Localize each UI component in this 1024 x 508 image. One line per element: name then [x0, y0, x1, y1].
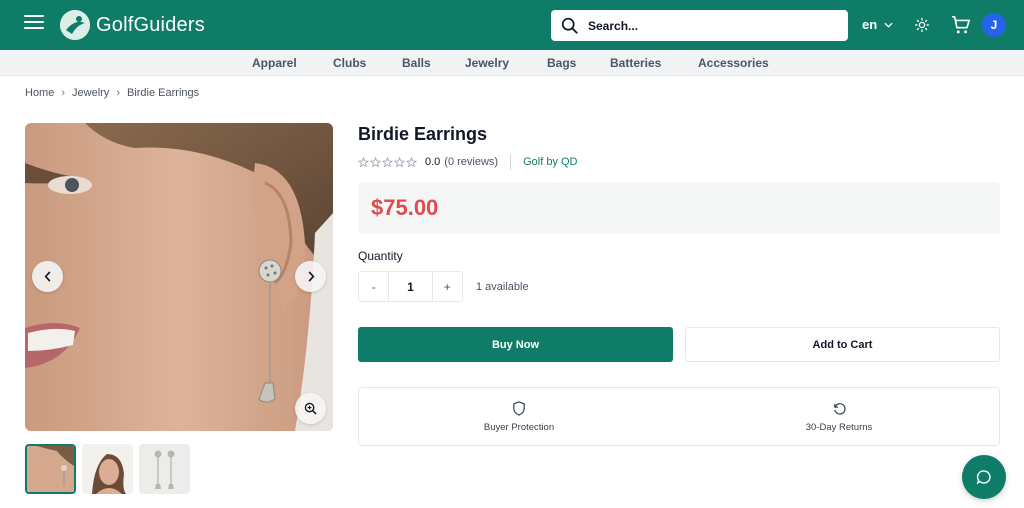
- breadcrumb: Home › Jewelry › Birdie Earrings: [25, 87, 199, 99]
- chevron-left-icon: [44, 271, 50, 282]
- product-price: $75.00: [371, 195, 439, 220]
- divider: [510, 154, 512, 170]
- search-input[interactable]: [588, 18, 828, 33]
- quantity-increase-button[interactable]: +: [433, 272, 462, 301]
- category-nav: Apparel Clubs Balls Jewelry Bags Batteri…: [0, 50, 1024, 76]
- search-icon: [561, 17, 578, 34]
- feature-label: Buyer Protection: [483, 421, 555, 433]
- star-empty-icon: [394, 156, 405, 167]
- search-bar[interactable]: [551, 10, 848, 41]
- previous-image-button[interactable]: [32, 261, 63, 292]
- feature-returns: 30-Day Returns: [679, 388, 999, 445]
- chevron-right-icon: [308, 271, 314, 282]
- stock-availability: 1 available: [476, 281, 529, 293]
- zoom-button[interactable]: [295, 393, 326, 424]
- site-logo[interactable]: GolfGuiders: [60, 10, 205, 40]
- star-empty-icon: [406, 156, 417, 167]
- return-arrow-icon: [833, 402, 846, 415]
- category-bags[interactable]: Bags: [547, 56, 576, 70]
- category-accessories[interactable]: Accessories: [698, 56, 769, 70]
- quantity-decrease-button[interactable]: -: [359, 272, 388, 301]
- review-count[interactable]: (0 reviews): [444, 156, 498, 168]
- breadcrumb-jewelry[interactable]: Jewelry: [72, 87, 109, 99]
- product-title: Birdie Earrings: [358, 124, 488, 144]
- next-image-button[interactable]: [295, 261, 326, 292]
- chevron-down-icon: [884, 22, 893, 28]
- star-empty-icon: [370, 156, 381, 167]
- quantity-input[interactable]: 1: [388, 272, 433, 301]
- buy-now-button[interactable]: Buy Now: [358, 327, 673, 362]
- breadcrumb-home[interactable]: Home: [25, 87, 54, 99]
- star-empty-icon: [382, 156, 393, 167]
- feature-label: 30-Day Returns: [805, 421, 873, 433]
- golf-logo-icon: [60, 10, 90, 40]
- hamburger-menu-icon[interactable]: [24, 15, 44, 35]
- rating-value: 0.0: [425, 156, 441, 168]
- zoom-in-icon: [304, 402, 317, 415]
- add-to-cart-button[interactable]: Add to Cart: [685, 327, 1000, 362]
- chevron-right-icon: ›: [116, 87, 120, 99]
- cart-icon[interactable]: [951, 15, 971, 40]
- theme-toggle-sun-icon[interactable]: [914, 17, 930, 38]
- user-avatar[interactable]: J: [982, 13, 1006, 37]
- shield-icon: [513, 400, 525, 416]
- feature-buyer-protection: Buyer Protection: [359, 388, 679, 445]
- quantity-stepper: - 1 +: [358, 271, 463, 302]
- chat-button[interactable]: [962, 455, 1006, 499]
- breadcrumb-current: Birdie Earrings: [126, 87, 200, 99]
- brand-name: GolfGuiders: [96, 13, 205, 36]
- product-main-image[interactable]: [25, 123, 333, 431]
- category-batteries[interactable]: Batteries: [610, 56, 661, 70]
- thumbnail-2[interactable]: [82, 444, 133, 494]
- top-header: GolfGuiders en J: [0, 0, 1024, 50]
- thumbnail-1[interactable]: [25, 444, 76, 494]
- category-apparel[interactable]: Apparel: [252, 56, 297, 70]
- chevron-right-icon: ›: [61, 87, 66, 99]
- language-label: en: [862, 17, 878, 32]
- quantity-label: Quantity: [358, 249, 403, 263]
- category-balls[interactable]: Balls: [402, 56, 431, 70]
- rating-stars: [358, 156, 417, 168]
- features-box: Buyer Protection 30-Day Returns: [358, 387, 1000, 446]
- thumbnail-3[interactable]: [139, 444, 190, 494]
- earring-photo: [25, 123, 333, 431]
- category-jewelry[interactable]: Jewelry: [465, 56, 509, 70]
- star-empty-icon: [358, 156, 369, 167]
- chat-bubble-icon: [976, 470, 991, 485]
- rating-row: 0.0 (0 reviews) Golf by QD: [358, 154, 578, 170]
- language-selector[interactable]: en: [862, 17, 893, 32]
- brand-link[interactable]: Golf by QD: [523, 156, 577, 168]
- category-clubs[interactable]: Clubs: [333, 56, 366, 70]
- price-box: $75.00: [358, 182, 1000, 234]
